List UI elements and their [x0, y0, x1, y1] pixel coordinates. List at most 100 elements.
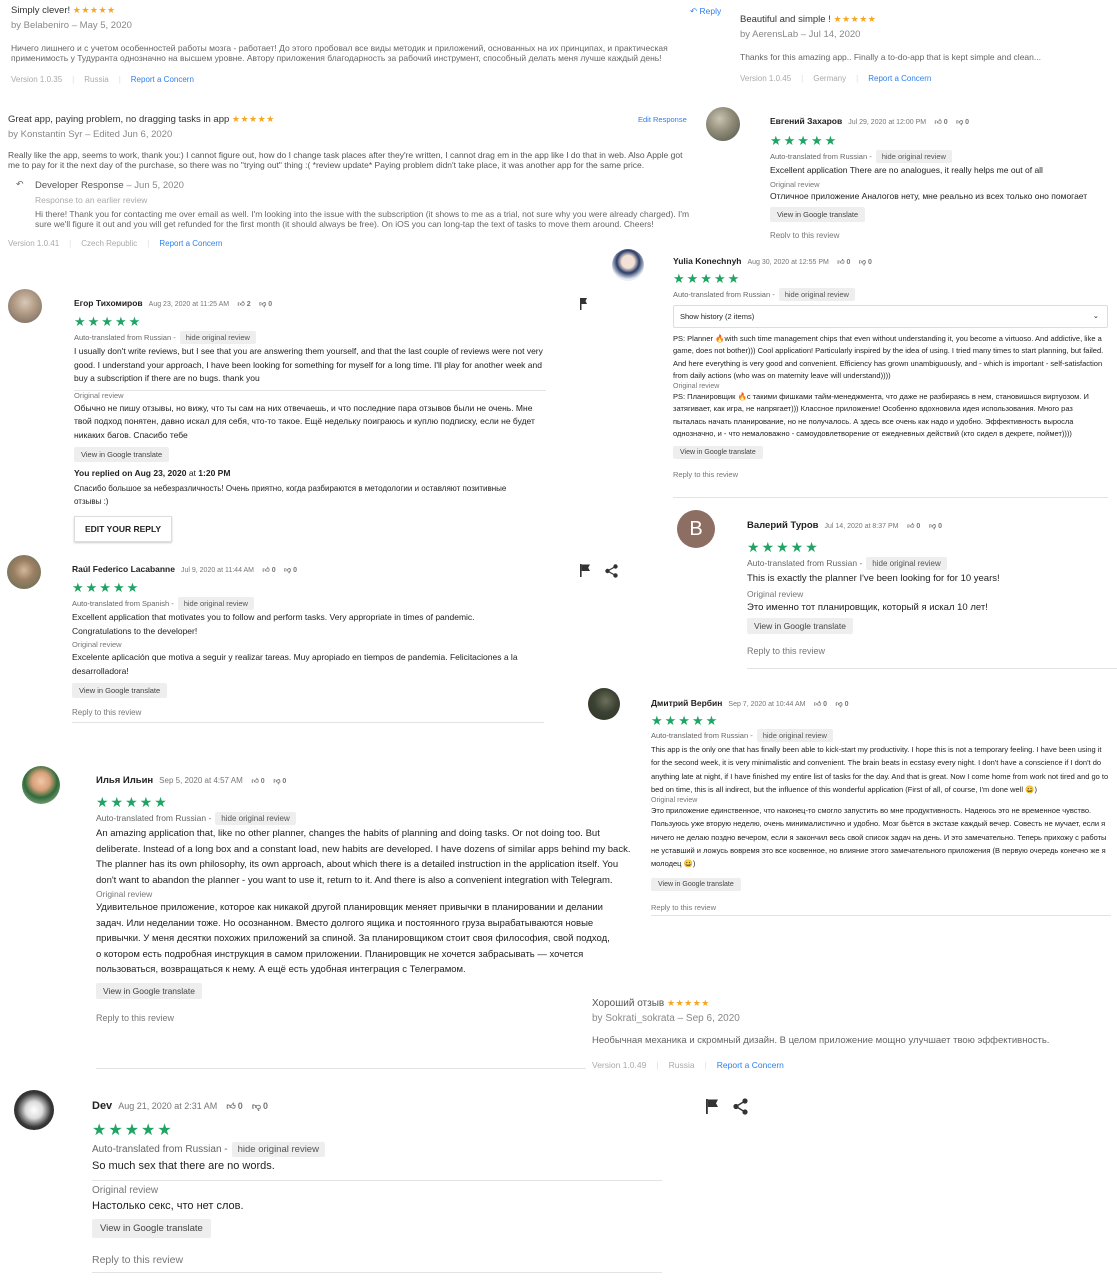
view-google-translate-button[interactable]: View in Google translate	[72, 683, 168, 698]
original-review-label: Original review	[74, 390, 124, 400]
review-raul-lacabanne: Raúl Federico Lacabanne Jul 9, 2020 at 11…	[72, 564, 544, 723]
avatar	[8, 289, 42, 323]
share-icon[interactable]	[733, 1098, 749, 1115]
developer-response-body: Hi there! Thank you for contacting me ov…	[35, 209, 690, 229]
auto-translated-label: Auto-translated from Russian - hide origi…	[770, 150, 1110, 163]
review-author: by Belabeniro – May 5, 2020	[11, 20, 132, 31]
view-google-translate-button[interactable]: View in Google translate	[92, 1219, 211, 1238]
view-google-translate-button[interactable]: View in Google translate	[74, 447, 170, 462]
hide-original-button[interactable]: hide original review	[756, 729, 833, 742]
star-rating: ★★★★★	[667, 998, 710, 1008]
view-google-translate-button[interactable]: View in Google translate	[673, 446, 763, 460]
thumbs-down-icon[interactable]: 👎︎	[259, 301, 266, 308]
hide-original-button[interactable]: hide original review	[215, 812, 296, 825]
developer-reply-header: You replied on Aug 23, 2020 at 1:20 PM	[74, 468, 231, 478]
star-rating: ★★★★★	[72, 580, 141, 595]
reply-to-review-link[interactable]: Reply to this review	[747, 646, 1109, 656]
thumbs-up-icon[interactable]: 👍︎	[237, 301, 244, 308]
avatar	[14, 1090, 54, 1130]
reply-to-review-link[interactable]: Reply to this review	[673, 470, 1108, 479]
flag-icon[interactable]	[706, 1098, 719, 1115]
review-footer: Version 1.0.41 | Czech Republic | Report a C…	[8, 239, 223, 248]
likes-count: 0	[271, 567, 276, 574]
view-google-translate-button[interactable]: View in Google translate	[747, 618, 853, 634]
review-title: Хороший отзыв ★★★★★	[592, 998, 710, 1009]
reviewer-name: Dev Aug 21, 2020 at 2:31 AM 👍︎ 0 👎︎ 0	[92, 1100, 268, 1112]
hide-original-button[interactable]: hide original review	[778, 288, 855, 301]
thumbs-down-icon[interactable]: 👎︎	[252, 1101, 261, 1111]
translated-text: PS: Planner 🔥with such time management c…	[673, 334, 1104, 380]
review-author: by Konstantin Syr – Edited Jun 6, 2020	[8, 129, 173, 140]
edit-reply-button[interactable]: EDIT YOUR REPLY	[74, 515, 173, 542]
reply-to-review-link[interactable]: Reply to this review	[92, 1254, 662, 1266]
thumbs-up-icon[interactable]: 👍︎	[814, 701, 821, 708]
report-concern-link[interactable]: Report a Concern	[131, 75, 194, 84]
thumbs-down-icon[interactable]: 👎︎	[929, 523, 936, 530]
original-review-label: Original review	[96, 889, 153, 899]
appstore-review-good-review: Хороший отзыв ★★★★★ by Sokrati_sokrata –…	[592, 998, 1112, 1070]
star-rating: ★★★★★	[673, 271, 742, 286]
dislikes-count: 0	[867, 259, 872, 266]
reply-to-review-link[interactable]: Reply to this review	[96, 1013, 632, 1023]
thumbs-up-icon[interactable]: 👍︎	[907, 523, 914, 530]
auto-translated-label: Auto-translated from Russian - hide origi…	[673, 288, 1108, 301]
reply-to-review-link[interactable]: Reply to this review	[770, 231, 1110, 238]
translated-text: I usually don't write reviews, but I see…	[74, 346, 543, 383]
thumbs-down-icon[interactable]: 👎︎	[273, 778, 280, 785]
flag-icon[interactable]	[580, 562, 591, 579]
thumbs-up-icon[interactable]: 👍︎	[226, 1101, 235, 1111]
flag-icon[interactable]	[580, 297, 588, 315]
review-title: Beautiful and simple ! ★★★★★	[740, 14, 877, 25]
hide-original-button[interactable]: hide original review	[231, 1142, 325, 1157]
version-label: Version 1.0.49	[592, 1060, 647, 1070]
original-text: Это приложение единственное, что наконец…	[651, 806, 1107, 869]
auto-translated-label: Auto-translated from Russian - hide origi…	[92, 1142, 662, 1157]
appstore-review-great-app: Great app, paying problem, no dragging t…	[8, 114, 690, 248]
review-body: Really like the app, seems to work, than…	[8, 150, 683, 170]
view-google-translate-button[interactable]: View in Google translate	[651, 877, 741, 891]
avatar	[22, 766, 60, 804]
thumbs-down-icon[interactable]: 👎︎	[956, 119, 963, 126]
view-google-translate-button[interactable]: View in Google translate	[770, 207, 866, 222]
hide-original-button[interactable]: hide original review	[875, 150, 952, 163]
edit-response-link[interactable]: Edit Response	[638, 115, 687, 124]
country-label: Russia	[84, 75, 109, 84]
hide-original-button[interactable]: hide original review	[866, 557, 947, 570]
original-text: Это именно тот планировщик, который я ис…	[747, 601, 988, 613]
thumbs-down-icon[interactable]: 👎︎	[284, 567, 291, 574]
review-title: Simply clever! ★★★★★	[11, 5, 116, 16]
report-concern-link[interactable]: Report a Concern	[717, 1060, 784, 1070]
thumbs-down-icon[interactable]: 👎︎	[859, 259, 866, 266]
thumbs-up-icon[interactable]: 👍︎	[251, 778, 258, 785]
view-google-translate-button[interactable]: View in Google translate	[96, 982, 202, 999]
likes-count: 0	[846, 259, 851, 266]
divider	[673, 497, 1108, 498]
show-history-dropdown[interactable]: Show history (2 items) ⌄	[673, 305, 1108, 328]
thumbs-up-icon[interactable]: 👍︎	[934, 119, 941, 126]
star-rating: ★★★★★	[231, 114, 275, 124]
review-title: Great app, paying problem, no dragging t…	[8, 114, 275, 125]
reply-button[interactable]: ↶ Reply	[690, 6, 721, 17]
divider	[96, 1068, 586, 1069]
report-concern-link[interactable]: Report a Concern	[159, 239, 222, 248]
appstore-review-simply-clever: Simply clever! ★★★★★ by Belabeniro – May…	[11, 5, 731, 84]
thumbs-down-icon[interactable]: 👎︎	[835, 701, 842, 708]
reply-to-review-link[interactable]: Reply to this review	[72, 708, 544, 717]
star-rating: ★★★★★	[651, 713, 720, 728]
review-date: Aug 30, 2020 at 12:55 PM	[747, 259, 829, 266]
avatar-letter: B	[689, 518, 703, 540]
review-actions	[706, 1098, 749, 1116]
thumbs-up-icon[interactable]: 👍︎	[262, 567, 269, 574]
share-icon[interactable]	[605, 562, 619, 579]
reply-to-review-link[interactable]: Reply to this review	[651, 903, 1111, 912]
hide-original-button[interactable]: hide original review	[177, 597, 254, 610]
dislikes-count: 0	[282, 778, 287, 785]
reviewer-name: Yulia Konechnyh Aug 30, 2020 at 12:55 PM …	[673, 256, 872, 266]
review-ilya-ilyin: Илья Ильин Sep 5, 2020 at 4:57 AM 👍︎ 0 👎︎ 0…	[96, 775, 632, 1023]
original-text: Обычно не пишу отзывы, но вижу, что ты с…	[74, 402, 535, 440]
thumbs-up-icon[interactable]: 👍︎	[837, 259, 844, 266]
original-review-label: Original review	[673, 383, 720, 391]
divider	[747, 668, 1117, 669]
hide-original-button[interactable]: hide original review	[179, 331, 256, 344]
report-concern-link[interactable]: Report a Concern	[868, 74, 931, 83]
